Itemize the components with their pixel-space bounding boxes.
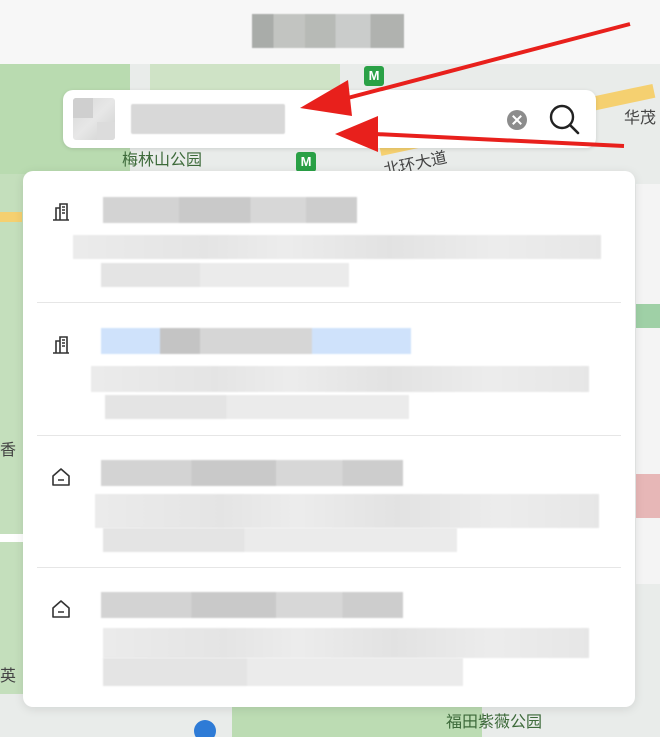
map-green-area bbox=[636, 304, 660, 328]
suggestion-item[interactable]: ████████████ █████████████████████████ █… bbox=[23, 171, 635, 303]
map-label-park: 梅林山公园 bbox=[122, 150, 203, 169]
suggestion-address: █████████████████████████ bbox=[103, 628, 589, 658]
suggestion-item[interactable]: ████████████ █████████████████████████ █… bbox=[23, 568, 635, 707]
map-road bbox=[0, 534, 24, 542]
suggestion-address: █████████████████████████ bbox=[73, 235, 601, 259]
suggestion-title: ████████████ bbox=[101, 592, 403, 618]
map-label-edge: 英 bbox=[0, 666, 17, 685]
poi-marker-icon[interactable] bbox=[194, 720, 216, 737]
search-suggestions: ████████████ █████████████████████████ █… bbox=[23, 171, 635, 707]
suggestion-title: ████████████ bbox=[101, 328, 411, 354]
map-road bbox=[636, 184, 660, 584]
map-label-park: 福田紫薇公园 bbox=[446, 712, 543, 731]
suggestion-address: ████████████ bbox=[103, 528, 457, 552]
suggestion-title: ████████████ bbox=[101, 460, 403, 486]
suggestion-address: ████████████ bbox=[103, 658, 463, 686]
app-logo bbox=[73, 98, 115, 140]
clear-icon[interactable] bbox=[507, 110, 527, 130]
metro-icon[interactable]: M bbox=[364, 66, 384, 86]
divider bbox=[37, 302, 621, 303]
suggestion-title: ████████████ bbox=[103, 197, 357, 223]
app-header: ████████ bbox=[0, 0, 660, 64]
search-bar: ██████ bbox=[63, 90, 596, 148]
building-icon bbox=[53, 203, 69, 221]
map-building bbox=[636, 474, 660, 518]
search-icon[interactable] bbox=[547, 102, 581, 136]
map-label-district: 华茂 bbox=[624, 108, 657, 127]
suggestion-address: █████████████████████████ bbox=[95, 494, 599, 528]
suggestion-item[interactable]: ████████████ █████████████████████████ █… bbox=[23, 436, 635, 568]
page-title: ████████ bbox=[252, 14, 404, 48]
search-input[interactable]: ██████ bbox=[131, 104, 285, 134]
map-label-edge: 香 bbox=[0, 440, 17, 459]
suggestion-address: ████████████ bbox=[105, 395, 409, 419]
home-icon bbox=[52, 468, 70, 486]
home-icon bbox=[52, 600, 70, 618]
metro-icon[interactable]: M bbox=[296, 152, 316, 172]
building-icon bbox=[53, 336, 69, 354]
map-road bbox=[0, 212, 22, 222]
suggestion-item[interactable]: ████████████ █████████████████████████ █… bbox=[23, 304, 635, 436]
suggestion-address: ████████████ bbox=[101, 263, 349, 287]
suggestion-address: █████████████████████████ bbox=[91, 366, 589, 392]
